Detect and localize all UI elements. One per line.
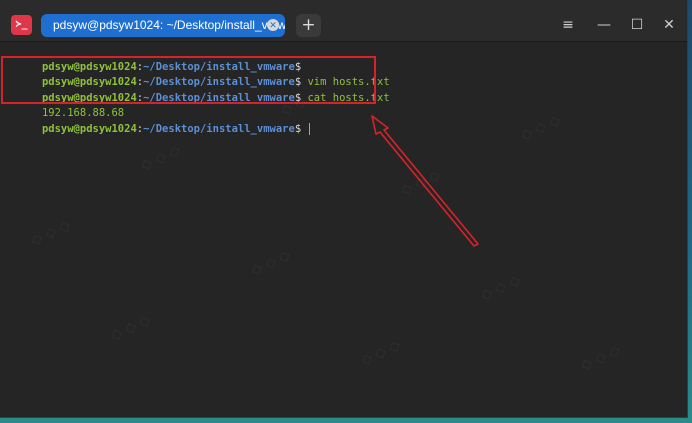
terminal-window: ≻_ pdsyw@pdsyw1024: ~/Desktop/install_vm… <box>0 0 688 418</box>
